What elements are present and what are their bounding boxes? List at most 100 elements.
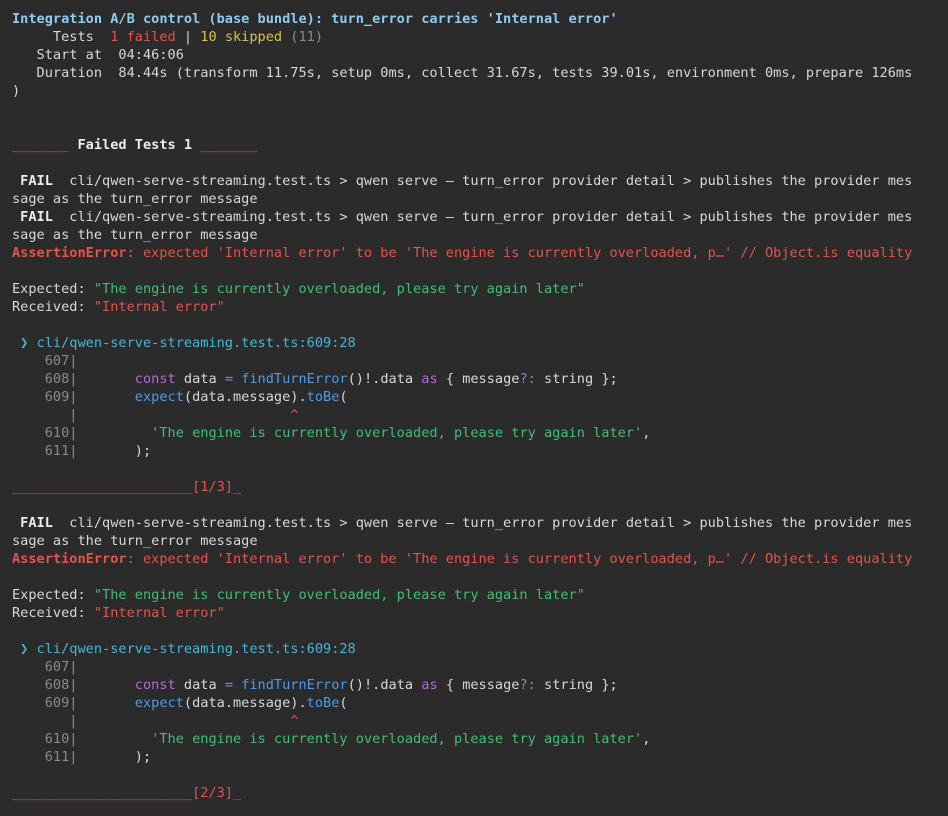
code-text: { message bbox=[437, 371, 520, 387]
code-text: data bbox=[175, 371, 225, 387]
fail-test-path: cli/qwen-serve-streaming.test.ts > qwen … bbox=[61, 209, 913, 225]
received-line: Received: "Internal error" bbox=[12, 604, 948, 622]
received-label: Received: bbox=[12, 299, 94, 315]
code-line-607: 607| bbox=[12, 658, 948, 676]
fail-test-path: cli/qwen-serve-streaming.test.ts > qwen … bbox=[61, 173, 913, 189]
code-function: expect bbox=[134, 695, 184, 711]
line-number: 611| bbox=[12, 443, 78, 459]
line-number: 608| bbox=[12, 677, 78, 693]
tests-summary-line: Tests 1 failed | 10 skipped (11) bbox=[12, 28, 948, 46]
caret-pad bbox=[77, 713, 290, 729]
error-caret: ^ bbox=[290, 713, 299, 729]
code-text: ( bbox=[339, 695, 348, 711]
code-keyword: as bbox=[421, 677, 438, 693]
fail-test-path-cont: sage as the turn_error message bbox=[12, 191, 258, 207]
source-location-link[interactable]: cli/qwen-serve-streaming.test.ts:609:28 bbox=[37, 641, 356, 657]
fail-test-path-cont: sage as the turn_error message bbox=[12, 533, 258, 549]
error-caret: ^ bbox=[290, 407, 299, 423]
assertion-label: AssertionError bbox=[12, 245, 127, 261]
run-title-line: Integration A/B control (base bundle): t… bbox=[12, 10, 948, 28]
footer-tail: _ bbox=[232, 479, 242, 495]
fail-line[interactable]: FAIL cli/qwen-serve-streaming.test.ts > … bbox=[12, 172, 948, 190]
duration-close-line: ) bbox=[12, 82, 948, 100]
expected-label: Expected: bbox=[12, 587, 94, 603]
code-string: 'The engine is currently overloaded, ple… bbox=[151, 731, 643, 747]
location-line[interactable]: ❯ cli/qwen-serve-streaming.test.ts:609:2… bbox=[12, 334, 948, 352]
code-line-608: 608| const data = findTurnError()!.data … bbox=[12, 370, 948, 388]
line-number: 609| bbox=[12, 695, 78, 711]
caret-pad bbox=[77, 407, 290, 423]
fail-line[interactable]: FAIL cli/qwen-serve-streaming.test.ts > … bbox=[12, 208, 948, 226]
line-number: 610| bbox=[12, 731, 78, 747]
code-keyword: const bbox=[134, 371, 176, 387]
failed-tests-header: _______ Failed Tests 1 _______ bbox=[12, 136, 948, 154]
code-text: string }; bbox=[535, 371, 618, 387]
duration-close: ) bbox=[12, 83, 21, 99]
code-line-607: 607| bbox=[12, 352, 948, 370]
footer-rule: ______________________ bbox=[12, 785, 193, 801]
code-text: data bbox=[175, 677, 225, 693]
fail-test-path: cli/qwen-serve-streaming.test.ts > qwen … bbox=[61, 515, 913, 531]
expected-value: "The engine is currently overloaded, ple… bbox=[93, 587, 585, 603]
code-keyword: as bbox=[421, 371, 438, 387]
caret-gutter: | bbox=[12, 713, 78, 729]
code-function: toBe bbox=[306, 695, 340, 711]
code-operator: = bbox=[224, 677, 233, 693]
duration-line: Duration 84.44s (transform 11.75s, setup… bbox=[12, 64, 948, 82]
assertion-text: : expected 'Internal error' to be 'The e… bbox=[126, 245, 913, 261]
duration-label: Duration bbox=[12, 65, 119, 81]
fail-line-continued: sage as the turn_error message bbox=[12, 532, 948, 550]
fail-line-continued: sage as the turn_error message bbox=[12, 226, 948, 244]
footer-counter: [1/3] bbox=[192, 479, 233, 495]
terminal-output[interactable]: Integration A/B control (base bundle): t… bbox=[12, 10, 948, 802]
line-number: 609| bbox=[12, 389, 78, 405]
received-label: Received: bbox=[12, 605, 94, 621]
code-text: ()!.data bbox=[347, 677, 422, 693]
start-value: 04:46:06 bbox=[118, 47, 184, 63]
source-location-link[interactable]: cli/qwen-serve-streaming.test.ts:609:28 bbox=[37, 335, 356, 351]
code-function: findTurnError bbox=[241, 677, 348, 693]
block-footer: ______________________[2/3]_ bbox=[12, 784, 948, 802]
start-line: Start at 04:46:06 bbox=[12, 46, 948, 64]
start-label: Start at bbox=[12, 47, 119, 63]
fail-line[interactable]: FAIL cli/qwen-serve-streaming.test.ts > … bbox=[12, 514, 948, 532]
code-operator: ?: bbox=[519, 677, 536, 693]
code-text: ); bbox=[134, 749, 152, 765]
location-line[interactable]: ❯ cli/qwen-serve-streaming.test.ts:609:2… bbox=[12, 640, 948, 658]
footer-counter: [2/3] bbox=[192, 785, 233, 801]
run-title: Integration A/B control (base bundle): t… bbox=[12, 11, 618, 27]
code-operator: = bbox=[224, 371, 233, 387]
received-value: "Internal error" bbox=[93, 605, 225, 621]
skipped-count: 10 skipped bbox=[200, 29, 283, 45]
code-keyword: const bbox=[134, 677, 176, 693]
code-line-608: 608| const data = findTurnError()!.data … bbox=[12, 676, 948, 694]
fail-line-continued: sage as the turn_error message bbox=[12, 190, 948, 208]
code-function: findTurnError bbox=[241, 371, 348, 387]
code-text: , bbox=[642, 731, 651, 747]
fail-badge: FAIL bbox=[12, 515, 62, 531]
line-number: 610| bbox=[12, 425, 78, 441]
code-line-609: 609| expect(data.message).toBe( bbox=[12, 694, 948, 712]
code-text: ); bbox=[134, 443, 152, 459]
code-operator: ?: bbox=[519, 371, 536, 387]
code-line-610: 610| 'The engine is currently overloaded… bbox=[12, 730, 948, 748]
received-line: Received: "Internal error" bbox=[12, 298, 948, 316]
expected-label: Expected: bbox=[12, 281, 94, 297]
expected-line: Expected: "The engine is currently overl… bbox=[12, 586, 948, 604]
assertion-text: : expected 'Internal error' to be 'The e… bbox=[126, 551, 913, 567]
code-function: expect bbox=[134, 389, 184, 405]
expected-value: "The engine is currently overloaded, ple… bbox=[93, 281, 585, 297]
assertion-line: AssertionError: expected 'Internal error… bbox=[12, 550, 948, 568]
code-text: (data.message). bbox=[183, 695, 307, 711]
